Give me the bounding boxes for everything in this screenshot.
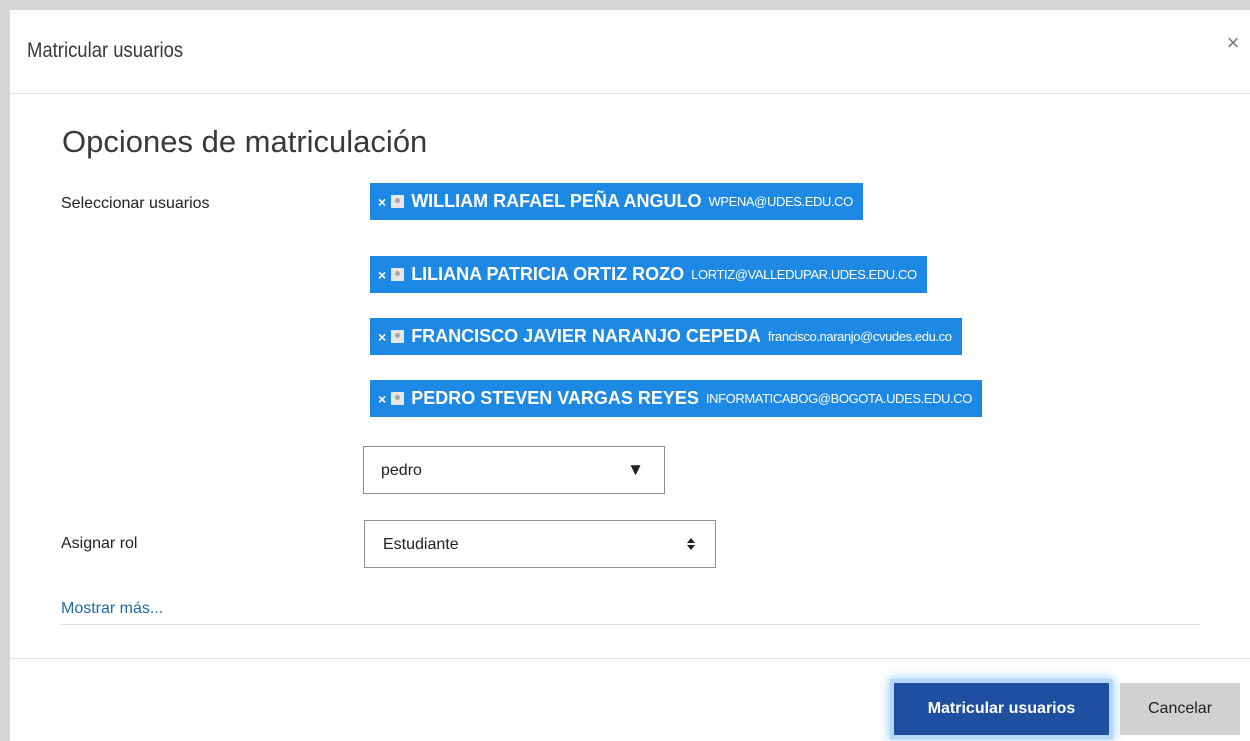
remove-icon[interactable]: × <box>378 329 386 345</box>
user-email: INFORMATICABOG@BOGOTA.UDES.EDU.CO <box>705 391 972 406</box>
selected-user-chip[interactable]: × PEDRO STEVEN VARGAS REYES INFORMATICAB… <box>370 380 982 417</box>
dialog-header: Matricular usuarios × <box>10 10 1250 94</box>
user-icon <box>391 392 405 405</box>
remove-icon[interactable]: × <box>378 267 386 283</box>
cancel-button[interactable]: Cancelar <box>1120 683 1240 735</box>
user-name: WILLIAM RAFAEL PEÑA ANGULO <box>411 191 702 211</box>
close-icon[interactable]: × <box>1218 28 1248 58</box>
user-icon <box>391 330 405 343</box>
enrol-users-dialog: Matricular usuarios × Opciones de matric… <box>10 10 1250 741</box>
footer-divider <box>10 658 1250 659</box>
user-name: LILIANA PATRICIA ORTIZ ROZO <box>411 264 685 284</box>
section-title: Opciones de matriculación <box>62 124 428 159</box>
user-name: FRANCISCO JAVIER NARANJO CEPEDA <box>411 326 761 346</box>
selected-user-chip[interactable]: × LILIANA PATRICIA ORTIZ ROZO LORTIZ@VAL… <box>370 256 927 293</box>
selected-user-chip[interactable]: × FRANCISCO JAVIER NARANJO CEPEDA franci… <box>370 318 962 355</box>
role-value: Estudiante <box>383 536 459 553</box>
user-name: PEDRO STEVEN VARGAS REYES <box>411 388 699 408</box>
select-updown-icon <box>687 538 695 550</box>
user-email: WPENA@UDES.EDU.CO <box>708 194 854 209</box>
divider <box>61 624 1200 625</box>
enrol-users-button[interactable]: Matricular usuarios <box>894 683 1109 735</box>
user-icon <box>391 268 405 281</box>
select-users-label: Seleccionar usuarios <box>61 195 210 212</box>
remove-icon[interactable]: × <box>378 194 386 210</box>
user-search-input[interactable]: pedro ▼ <box>363 446 665 494</box>
show-more-link[interactable]: Mostrar más... <box>61 600 163 618</box>
assign-role-label: Asignar rol <box>61 535 138 552</box>
user-email: LORTIZ@VALLEDUPAR.UDES.EDU.CO <box>691 267 917 282</box>
selected-user-chip[interactable]: × WILLIAM RAFAEL PEÑA ANGULO WPENA@UDES.… <box>370 183 863 220</box>
user-email: francisco.naranjo@cvudes.edu.co <box>767 329 952 344</box>
role-select[interactable]: Estudiante <box>364 520 716 568</box>
remove-icon[interactable]: × <box>378 391 386 407</box>
search-value: pedro <box>381 462 422 479</box>
dialog-title: Matricular usuarios <box>27 39 184 62</box>
user-icon <box>391 195 405 208</box>
dropdown-arrow-icon[interactable]: ▼ <box>627 460 644 480</box>
